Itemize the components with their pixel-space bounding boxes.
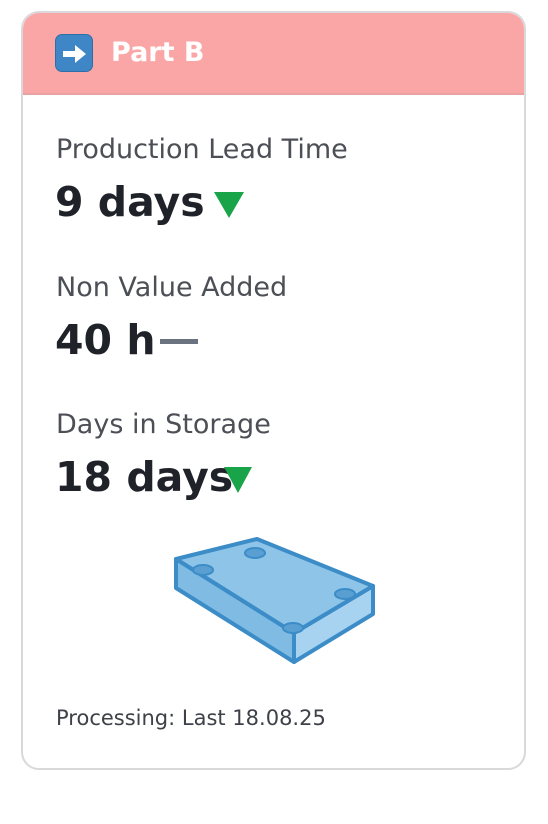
processing-status: Processing: Last 18.08.25	[56, 706, 326, 730]
trend-flat-icon	[160, 339, 198, 344]
metric-label-days-in-storage: Days in Storage	[56, 409, 271, 440]
metric-value-non-value-added: 40 h	[55, 316, 156, 364]
card-header: Part B	[23, 13, 524, 95]
trend-down-icon	[214, 192, 244, 218]
part-plate-icon	[174, 537, 375, 664]
metric-label-non-value-added: Non Value Added	[56, 272, 288, 303]
metric-value-days-in-storage: 18 days	[55, 453, 234, 501]
card-title: Part B	[111, 37, 205, 68]
trend-down-icon	[224, 467, 252, 493]
right-arrow-icon	[55, 34, 93, 72]
metric-value-lead-time: 9 days	[55, 178, 205, 226]
part-card: Part B Production Lead Time 9 days Non V…	[21, 11, 526, 770]
metric-label-lead-time: Production Lead Time	[56, 134, 348, 165]
